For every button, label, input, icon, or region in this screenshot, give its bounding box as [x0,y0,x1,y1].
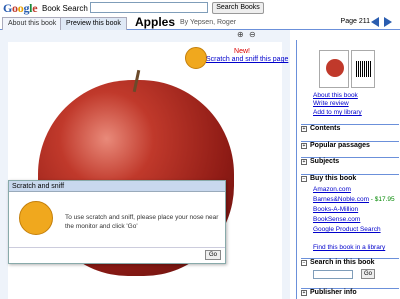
tab-preview[interactable]: Preview this book [60,17,127,30]
tab-about[interactable]: About this book [2,17,63,30]
search-books-button[interactable]: Search Books [212,2,264,14]
zoom-in-icon[interactable]: ⊕ [237,30,244,39]
scratch-sniff-promo: New! Scratch and sniff this page [182,44,288,72]
page-number: Page 211 [340,18,370,25]
find-in-library-link[interactable]: Find this book in a library [313,244,385,251]
top-bar: Google Book Search Search Books [0,0,400,16]
collapse-icon: − [301,259,307,266]
buy-link-item: Barnes&Noble.com - $17.95 [313,196,395,203]
book-author: By Yepsen, Roger [180,19,237,26]
cover-apple-image [326,59,344,77]
book-search-label: Book Search [42,4,88,13]
viewer-toolbar [0,30,290,40]
section-buy[interactable]: − Buy this book [301,174,399,185]
search-input[interactable] [90,2,208,13]
zoom-out-icon[interactable]: ⊖ [249,30,256,39]
search-in-book-go-button[interactable]: Go [361,269,375,279]
collapse-icon: − [301,175,307,182]
dialog-message: To use scratch and sniff, please place y… [65,214,219,230]
section-search-in-book[interactable]: − Search in this book [301,258,399,269]
new-badge: New! [234,48,250,55]
google-logo[interactable]: Google [3,1,38,16]
price-label: - $17.95 [369,196,395,203]
section-contents[interactable]: + Contents [301,124,399,135]
dialog-footer: Go [9,247,225,263]
scratch-sniff-link[interactable]: Scratch and sniff this page [206,56,288,63]
dialog-title: Scratch and sniff [9,181,225,192]
buy-link-item: Books-A-Million [313,206,358,213]
scratch-sniff-dialog: Scratch and sniff To use scratch and sni… [8,180,226,264]
expand-icon: + [301,142,307,149]
buy-link-item: Google Product Search [313,226,381,233]
search-in-book-input[interactable] [313,270,353,279]
sidebar-link-library[interactable]: Add to my library [313,109,362,116]
buy-link-item: BookSense.com [313,216,360,223]
expand-icon: + [301,125,307,132]
go-button[interactable]: Go [205,250,221,260]
sidebar-link-review[interactable]: Write review [313,100,349,107]
book-cover-thumbnail[interactable] [319,50,349,88]
expand-icon: + [301,289,307,296]
scratch-sniff-icon [185,47,207,69]
section-publisher-info[interactable]: + Publisher info [301,288,399,299]
buy-link-bn[interactable]: Barnes&Noble.com [313,196,369,203]
scratch-sniff-icon [19,201,53,235]
prev-page-icon[interactable] [371,17,379,27]
barcode-icon [356,61,372,77]
next-page-icon[interactable] [384,17,392,27]
sidebar: About this book Write review Add to my l… [296,40,400,299]
buy-link-booksense[interactable]: BookSense.com [313,216,360,223]
section-popular-passages[interactable]: + Popular passages [301,141,399,152]
section-subjects[interactable]: + Subjects [301,157,399,168]
book-title: Apples [135,15,176,29]
barcode-thumbnail[interactable] [351,50,375,88]
buy-link-amazon[interactable]: Amazon.com [313,186,351,193]
expand-icon: + [301,158,307,165]
sidebar-link-about[interactable]: About this book [313,92,358,99]
buy-link-item: Amazon.com [313,186,351,193]
buy-link-product-search[interactable]: Google Product Search [313,226,381,233]
buy-link-bam[interactable]: Books-A-Million [313,206,358,213]
